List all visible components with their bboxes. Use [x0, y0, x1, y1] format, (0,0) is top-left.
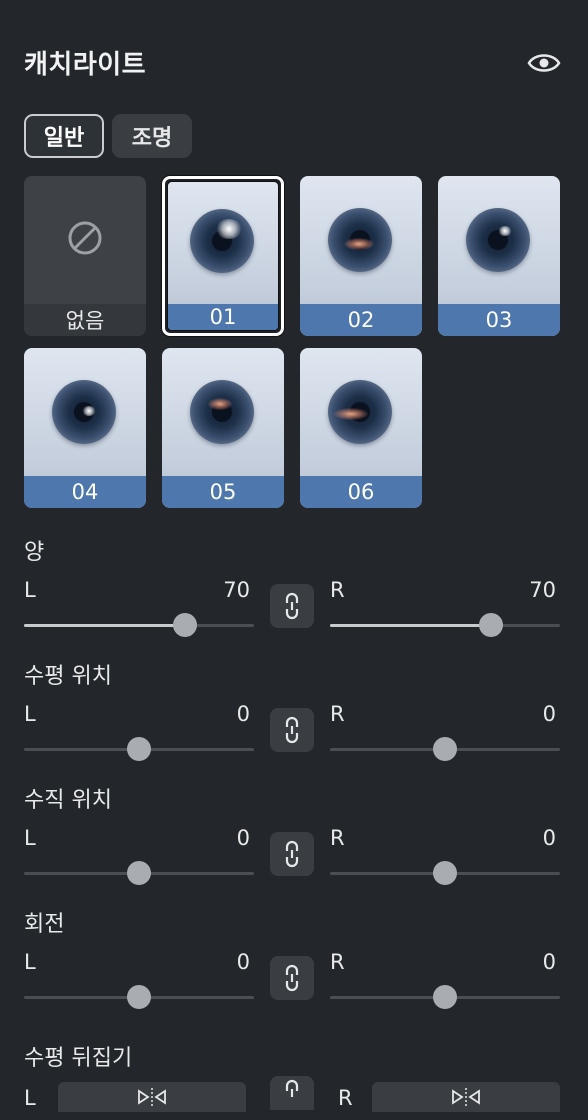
preset-none[interactable]: 없음: [24, 176, 146, 336]
preset-06[interactable]: 06: [300, 348, 422, 508]
vertical-section-label: 수직 위치: [24, 788, 112, 813]
preset-03[interactable]: 03: [438, 176, 560, 336]
rotation-left-label: L: [24, 950, 36, 974]
catchlight-preview-02: [328, 208, 392, 272]
flip-horizontal-icon: [138, 1088, 166, 1106]
flip-left-button[interactable]: [58, 1082, 246, 1112]
amount-left-label: L: [24, 578, 36, 602]
link-icon: [285, 1079, 299, 1097]
catchlight-preview-03: [466, 208, 530, 272]
horizontal-right-slider[interactable]: [330, 737, 560, 761]
preset-05[interactable]: 05: [162, 348, 284, 508]
preset-04[interactable]: 04: [24, 348, 146, 508]
rotation-left-value: 0: [236, 950, 250, 974]
tab-lighting[interactable]: 조명: [112, 114, 192, 158]
flip-left-label: L: [24, 1086, 36, 1110]
rotation-right-value: 0: [542, 950, 556, 974]
amount-right-slider[interactable]: [330, 613, 560, 637]
rotation-link-button[interactable]: [270, 956, 314, 1000]
flip-right-label: R: [338, 1086, 353, 1110]
horizontal-left-label: L: [24, 702, 36, 726]
preset-label: 01: [168, 304, 278, 330]
flip-link-button[interactable]: [270, 1076, 314, 1110]
horizontal-left-value: 0: [236, 702, 250, 726]
vertical-left-slider[interactable]: [24, 861, 254, 885]
amount-left-value: 70: [223, 578, 250, 602]
vertical-left-value: 0: [236, 826, 250, 850]
link-icon: [285, 592, 299, 620]
rotation-right-label: R: [330, 950, 345, 974]
horizontal-left-slider[interactable]: [24, 737, 254, 761]
preset-02[interactable]: 02: [300, 176, 422, 336]
vertical-right-value: 0: [542, 826, 556, 850]
slider-knob[interactable]: [479, 613, 503, 637]
horizontal-right-value: 0: [542, 702, 556, 726]
rotation-left-slider[interactable]: [24, 985, 254, 1009]
link-icon: [285, 964, 299, 992]
horizontal-section-label: 수평 위치: [24, 664, 112, 689]
preset-label: 02: [300, 304, 422, 336]
amount-right-value: 70: [529, 578, 556, 602]
slider-fill: [24, 624, 185, 627]
vertical-right-slider[interactable]: [330, 861, 560, 885]
link-icon: [285, 840, 299, 868]
link-icon: [285, 716, 299, 744]
slider-knob[interactable]: [127, 861, 151, 885]
flip-horizontal-icon: [452, 1088, 480, 1106]
panel-title: 캐치라이트: [24, 50, 147, 80]
amount-section-label: 양: [24, 540, 45, 565]
slider-knob[interactable]: [433, 861, 457, 885]
vertical-link-button[interactable]: [270, 832, 314, 876]
vertical-right-label: R: [330, 826, 345, 850]
slider-knob[interactable]: [433, 737, 457, 761]
horizontal-right-label: R: [330, 702, 345, 726]
rotation-section-label: 회전: [24, 912, 65, 937]
catchlight-preview-01: [190, 209, 254, 273]
slider-knob[interactable]: [127, 737, 151, 761]
amount-right-label: R: [330, 578, 345, 602]
catchlight-preview-06: [328, 380, 392, 444]
rotation-right-slider[interactable]: [330, 985, 560, 1009]
prohibited-icon: [68, 221, 102, 255]
catchlight-preview-05: [190, 380, 254, 444]
amount-link-button[interactable]: [270, 584, 314, 628]
catchlight-preview-04: [52, 380, 116, 444]
preset-01[interactable]: 01: [162, 176, 284, 336]
preset-none-label: 없음: [24, 304, 146, 336]
preset-label: 06: [300, 476, 422, 508]
slider-knob[interactable]: [127, 985, 151, 1009]
vertical-left-label: L: [24, 826, 36, 850]
horizontal-link-button[interactable]: [270, 708, 314, 752]
slider-fill: [330, 624, 491, 627]
preset-label: 03: [438, 304, 560, 336]
preset-label: 04: [24, 476, 146, 508]
tab-general[interactable]: 일반: [24, 114, 104, 158]
amount-left-slider[interactable]: [24, 613, 254, 637]
flip-section-label: 수평 뒤집기: [24, 1046, 133, 1071]
slider-knob[interactable]: [433, 985, 457, 1009]
eye-icon[interactable]: [526, 45, 562, 81]
preset-label: 05: [162, 476, 284, 508]
flip-right-button[interactable]: [372, 1082, 560, 1112]
slider-knob[interactable]: [173, 613, 197, 637]
